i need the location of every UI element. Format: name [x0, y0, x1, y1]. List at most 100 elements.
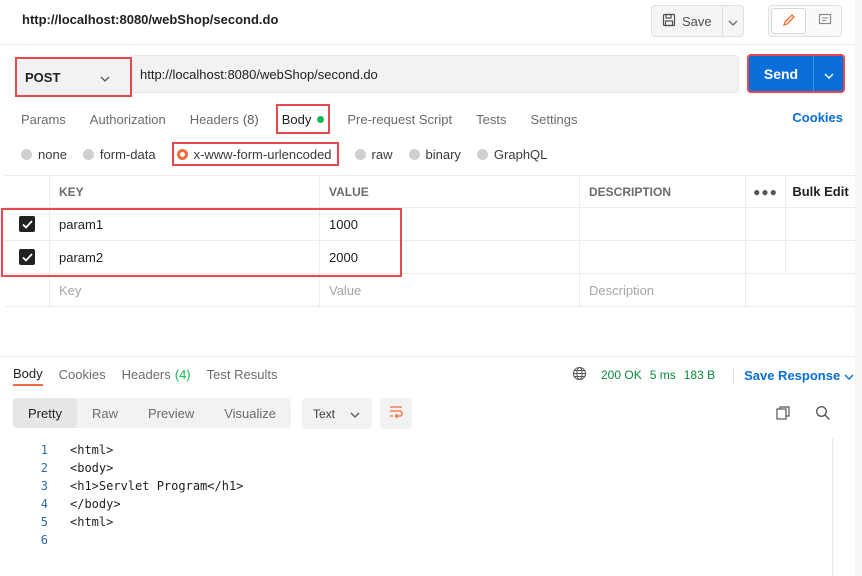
- table-row-empty: Key Value Description: [5, 274, 855, 307]
- url-input[interactable]: http://localhost:8080/webShop/second.do: [132, 55, 739, 93]
- table-row: param1 1000: [5, 208, 855, 241]
- save-options-button[interactable]: [723, 14, 743, 29]
- response-tab-body[interactable]: Body: [13, 362, 43, 386]
- editor-scrollbar[interactable]: [832, 438, 833, 576]
- table-header-row: KEY VALUE DESCRIPTION ●●● Bulk Edit: [5, 175, 855, 208]
- search-icon[interactable]: [815, 405, 831, 424]
- body-type-binary[interactable]: binary: [408, 142, 461, 166]
- view-mode-toggle: [768, 5, 842, 37]
- param-key-cell[interactable]: param2: [50, 241, 320, 273]
- params-table: KEY VALUE DESCRIPTION ●●● Bulk Edit para…: [5, 175, 855, 307]
- body-type-none[interactable]: none: [21, 142, 67, 166]
- format-select[interactable]: Text: [302, 398, 372, 429]
- url-text: http://localhost:8080/webShop/second.do: [140, 66, 378, 82]
- save-icon: [662, 13, 676, 30]
- code-line: 6: [30, 531, 243, 549]
- param-description-cell[interactable]: [580, 208, 746, 240]
- response-tab-test-results[interactable]: Test Results: [207, 362, 278, 386]
- save-button[interactable]: Save: [652, 6, 723, 36]
- tab-headers-label: Headers: [189, 111, 239, 127]
- param-value-cell[interactable]: 2000: [320, 241, 580, 273]
- chevron-down-icon: [100, 70, 110, 85]
- send-button[interactable]: Send: [749, 56, 814, 91]
- copy-icon[interactable]: [775, 405, 791, 424]
- row-spacer: [746, 208, 786, 240]
- body-type-graphql[interactable]: GraphQL: [476, 142, 548, 166]
- bulk-edit-button[interactable]: Bulk Edit: [786, 176, 855, 207]
- row-spacer: [746, 241, 786, 273]
- chevron-down-icon: [824, 66, 834, 82]
- body-type-graphql-label: GraphQL: [493, 146, 548, 162]
- send-options-button[interactable]: [814, 56, 843, 91]
- save-response-button[interactable]: Save Response: [733, 367, 854, 383]
- param-description-cell[interactable]: [580, 241, 746, 273]
- new-value-input[interactable]: Value: [320, 274, 580, 306]
- row-spacer: [746, 274, 786, 306]
- tab-settings[interactable]: Settings: [523, 106, 584, 132]
- response-time: 5 ms: [649, 368, 676, 382]
- response-tab-headers[interactable]: Headers (4): [122, 362, 191, 386]
- radio-icon: [82, 148, 94, 160]
- view-preview[interactable]: Preview: [133, 398, 209, 428]
- radio-icon: [476, 148, 488, 160]
- column-value-header: VALUE: [320, 176, 580, 207]
- cookies-link[interactable]: Cookies: [792, 110, 843, 125]
- view-pretty[interactable]: Pretty: [13, 398, 77, 428]
- save-button-group: Save: [651, 5, 744, 37]
- globe-icon[interactable]: [572, 366, 587, 384]
- request-title: http://localhost:8080/webShop/second.do: [22, 12, 279, 27]
- view-raw[interactable]: Raw: [77, 398, 133, 428]
- radio-icon: [21, 148, 32, 160]
- more-options-button[interactable]: ●●●: [746, 176, 786, 207]
- radio-icon: [354, 148, 366, 160]
- wrap-lines-button[interactable]: [380, 398, 412, 429]
- tab-params[interactable]: Params: [14, 106, 73, 132]
- tab-headers[interactable]: Headers (8): [183, 106, 266, 132]
- line-text: <html>: [70, 443, 114, 457]
- response-tabs: Body Cookies Headers (4) Test Results: [13, 362, 293, 386]
- column-description-header: DESCRIPTION: [580, 176, 746, 207]
- chevron-down-icon: [844, 368, 854, 383]
- response-status-bar: 200 OK 5 ms 183 B Save Response: [572, 366, 854, 384]
- body-type-form-data-label: form-data: [99, 146, 156, 162]
- tab-tests[interactable]: Tests: [469, 106, 513, 132]
- tab-prerequest-script[interactable]: Pre-request Script: [340, 106, 459, 132]
- new-description-input[interactable]: Description: [580, 274, 746, 306]
- method-select[interactable]: POST: [15, 57, 132, 97]
- row-spacer: [786, 274, 855, 306]
- line-number: 5: [40, 515, 48, 529]
- headers-count: (8): [242, 111, 259, 127]
- pencil-icon: [782, 13, 796, 30]
- edit-mode-button[interactable]: [771, 8, 806, 34]
- param-value-cell[interactable]: 1000: [320, 208, 580, 240]
- response-headers-label: Headers: [121, 366, 171, 382]
- tab-authorization[interactable]: Authorization: [83, 106, 173, 132]
- code-line: 4 </body>: [30, 495, 243, 513]
- row-checkbox[interactable]: [5, 208, 50, 240]
- code-line: 2 <body>: [30, 459, 243, 477]
- new-key-input[interactable]: Key: [50, 274, 320, 306]
- header-checkbox-col: [5, 176, 50, 207]
- line-text: <html>: [70, 515, 114, 529]
- body-type-none-label: none: [38, 146, 67, 162]
- body-type-urlencoded[interactable]: x-www-form-urlencoded: [171, 142, 339, 166]
- row-spacer: [786, 208, 855, 240]
- response-tab-cookies[interactable]: Cookies: [59, 362, 106, 386]
- tab-body[interactable]: Body: [275, 104, 331, 134]
- row-checkbox[interactable]: [5, 241, 50, 273]
- body-type-form-data[interactable]: form-data: [82, 142, 156, 166]
- method-label: POST: [25, 69, 61, 85]
- body-type-binary-label: binary: [425, 146, 461, 162]
- line-number: 4: [40, 497, 48, 511]
- line-text: <h1>Servlet Program</h1>: [70, 479, 244, 493]
- comments-mode-button[interactable]: [808, 6, 841, 36]
- body-type-options: none form-data x-www-form-urlencoded raw…: [21, 142, 563, 166]
- param-key-cell[interactable]: param1: [50, 208, 320, 240]
- body-type-raw[interactable]: raw: [354, 142, 393, 166]
- line-text: <body>: [70, 461, 114, 475]
- line-number: 6: [40, 533, 48, 547]
- view-visualize[interactable]: Visualize: [209, 398, 291, 428]
- body-type-raw-label: raw: [371, 146, 393, 162]
- status-code: 200 OK: [601, 368, 642, 382]
- window-edge: [855, 0, 862, 576]
